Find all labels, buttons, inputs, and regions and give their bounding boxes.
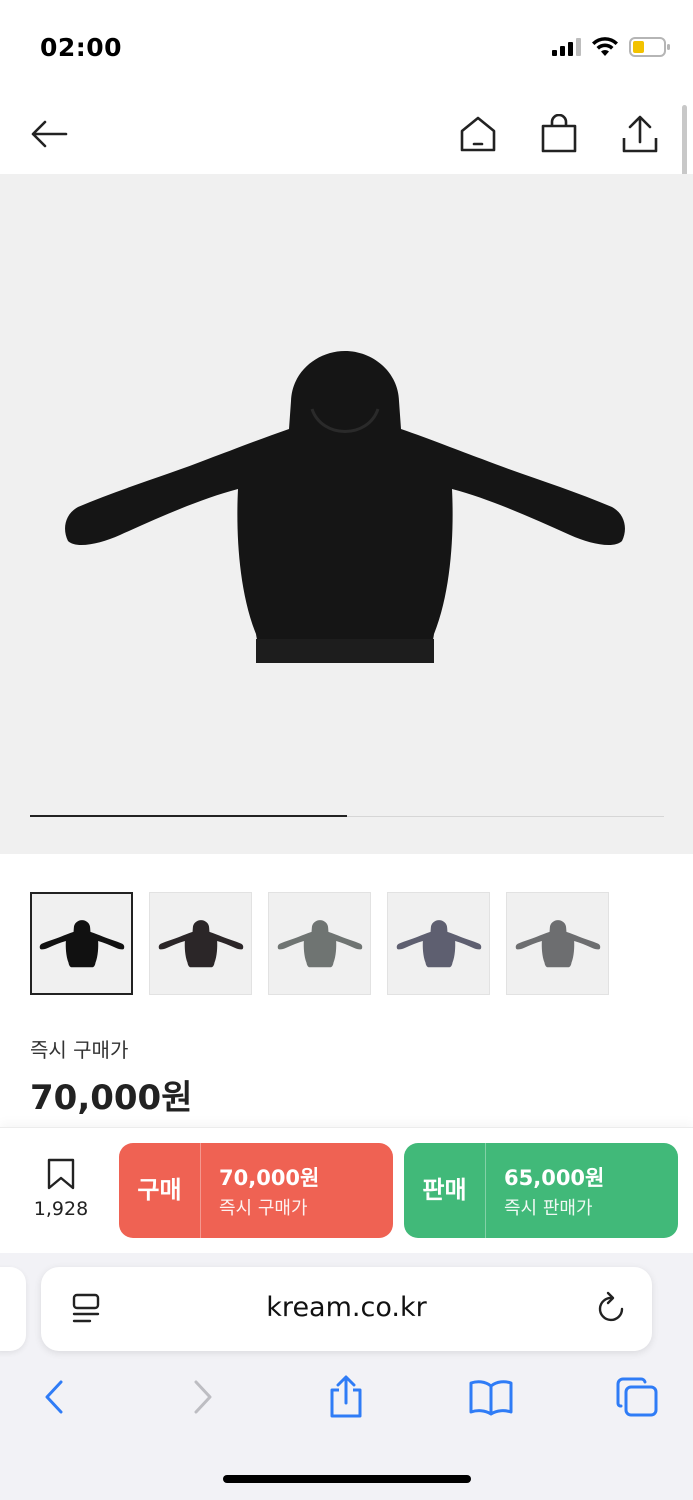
chevron-left-icon <box>45 1380 63 1414</box>
cellular-signal-icon <box>552 38 581 56</box>
instant-buy-price: 70,000원 <box>30 1078 193 1118</box>
arrow-left-icon <box>31 120 68 148</box>
browser-tabs-button[interactable] <box>612 1372 662 1422</box>
thumbnail-hoodie-image <box>277 919 362 967</box>
thumbnail-3[interactable] <box>268 892 371 995</box>
wishlist-count: 1,928 <box>33 1198 89 1220</box>
home-button[interactable] <box>456 112 500 156</box>
browser-chrome: kream.co.kr <box>0 1253 693 1500</box>
browser-share-button[interactable] <box>321 1372 371 1422</box>
gallery-progress-track <box>30 815 664 817</box>
previous-tab-peek[interactable] <box>0 1267 26 1351</box>
reload-icon[interactable] <box>596 1291 628 1325</box>
sell-button-price: 65,000원 <box>504 1165 605 1190</box>
product-image <box>65 351 625 663</box>
home-indicator <box>223 1475 471 1483</box>
sell-button-sub: 즉시 판매가 <box>504 1197 593 1219</box>
instant-buy-price-label: 즉시 구매가 <box>30 1038 129 1062</box>
browser-forward-button[interactable] <box>178 1372 228 1422</box>
status-icons <box>551 36 671 58</box>
address-bar[interactable]: kream.co.kr <box>41 1267 652 1351</box>
home-icon <box>460 116 496 152</box>
status-time: 02:00 <box>40 33 123 62</box>
thumbnail-hoodie-image <box>515 919 600 967</box>
back-button[interactable] <box>27 112 71 156</box>
buy-button[interactable]: 구매 70,000원 즉시 구매가 <box>119 1143 393 1238</box>
thumbnail-2[interactable] <box>149 892 252 995</box>
top-nav <box>0 100 693 174</box>
battery-icon <box>629 37 670 57</box>
browser-back-button[interactable] <box>29 1372 79 1422</box>
thumbnail-hoodie-image <box>39 919 124 967</box>
cart-button[interactable] <box>537 112 581 156</box>
browser-bookmarks-button[interactable] <box>466 1372 516 1422</box>
shopping-bag-icon <box>541 114 577 153</box>
sell-button[interactable]: 판매 65,000원 즉시 판매가 <box>404 1143 678 1238</box>
buy-button-price: 70,000원 <box>219 1165 320 1190</box>
buy-button-sub: 즉시 구매가 <box>219 1197 308 1219</box>
bookmark-icon <box>47 1158 75 1190</box>
wifi-icon <box>592 37 618 56</box>
buy-button-label: 구매 <box>119 1143 201 1238</box>
gallery-progress-fill <box>30 815 347 817</box>
share-icon <box>330 1375 362 1418</box>
tabs-icon <box>616 1377 658 1417</box>
share-button[interactable] <box>618 112 662 156</box>
book-icon <box>469 1380 513 1416</box>
thumbnail-5[interactable] <box>506 892 609 995</box>
thumbnail-4[interactable] <box>387 892 490 995</box>
thumbnail-hoodie-image <box>158 919 243 967</box>
wishlist-button[interactable]: 1,928 <box>28 1158 94 1220</box>
chevron-right-icon <box>194 1380 212 1414</box>
share-icon <box>622 115 658 153</box>
thumbnail-1[interactable] <box>30 892 133 995</box>
thumbnail-hoodie-image <box>396 919 481 967</box>
browser-toolbar <box>0 1368 693 1428</box>
sell-button-label: 판매 <box>404 1143 486 1238</box>
bottom-action-bar: 1,928 구매 70,000원 즉시 구매가 판매 65,000원 즉시 판매… <box>0 1127 693 1253</box>
thumbnail-strip <box>30 892 609 995</box>
product-image-gallery[interactable] <box>0 174 693 854</box>
url-text: kream.co.kr <box>266 1292 427 1323</box>
status-bar: 02:00 <box>0 0 693 100</box>
